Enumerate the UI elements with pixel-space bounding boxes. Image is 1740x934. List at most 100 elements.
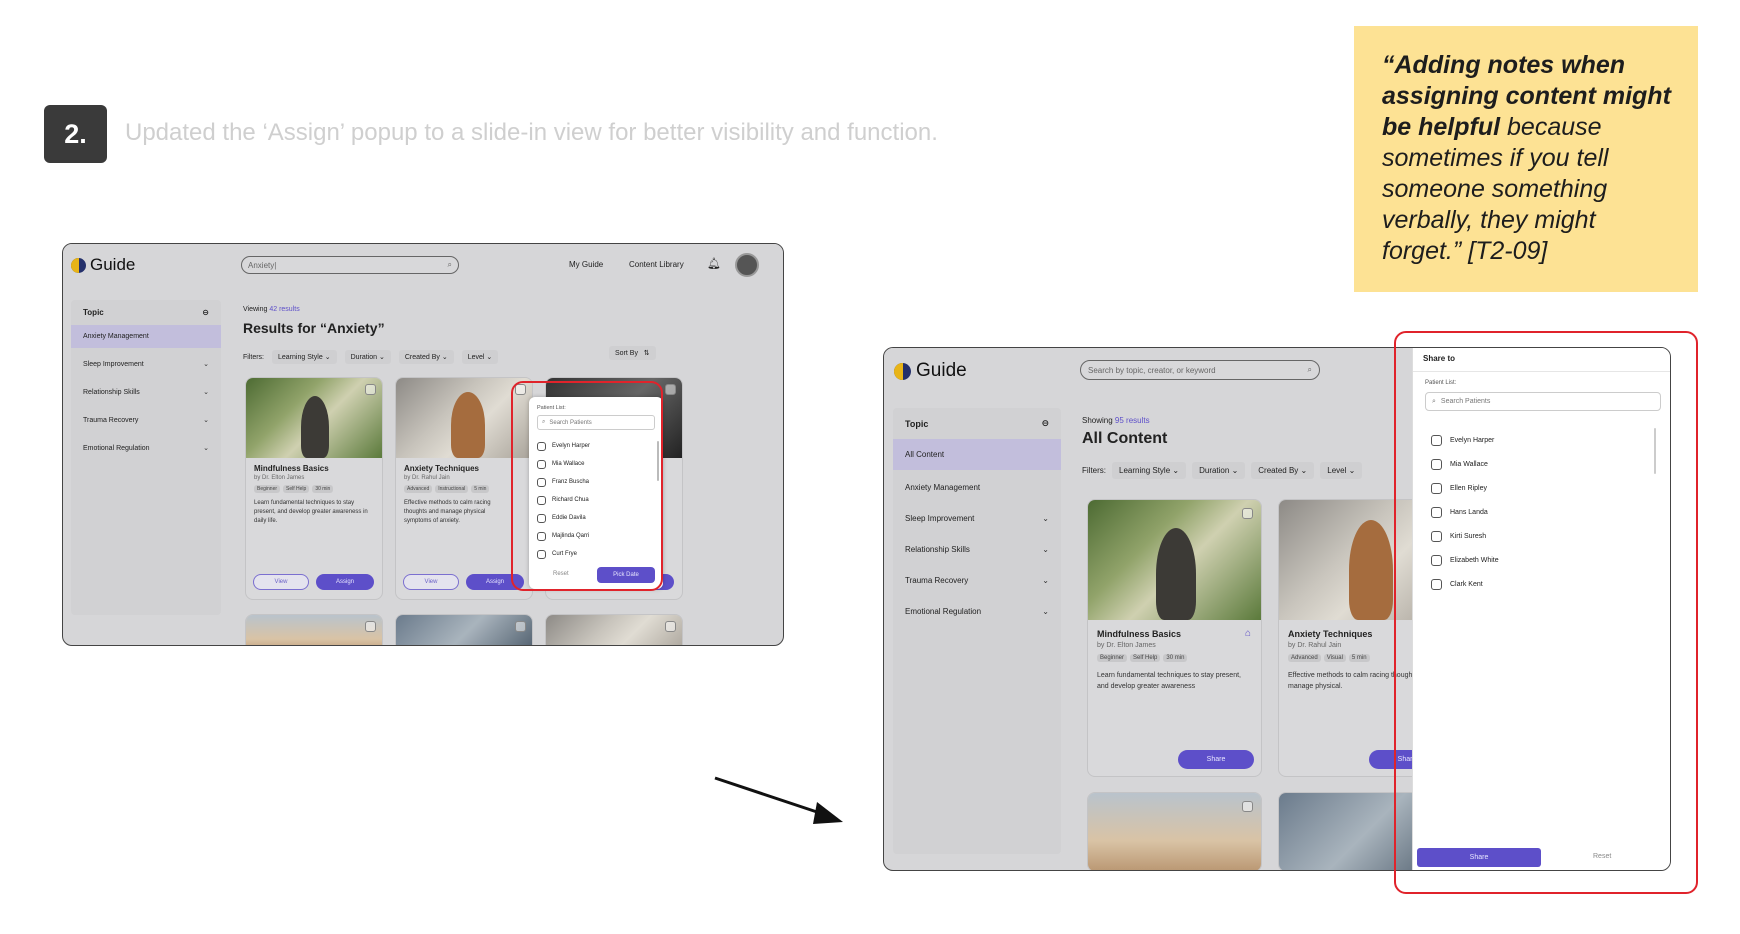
tag: 30 min xyxy=(1163,654,1188,662)
filter-label: Created By xyxy=(404,354,440,361)
collapse-icon[interactable]: ⊖ xyxy=(1041,418,1049,429)
filter-duration[interactable]: Duration ⌄ xyxy=(1192,462,1246,479)
share-button[interactable]: Share xyxy=(1178,750,1254,769)
bookmark-icon[interactable]: ⌂ xyxy=(1245,628,1251,639)
search-placeholder: Search by topic, creator, or keyword xyxy=(1088,365,1216,375)
sidebar-item-label: Trauma Recovery xyxy=(83,416,139,424)
card-description: Learn fundamental techniques to stay pre… xyxy=(254,500,368,524)
select-checkbox[interactable] xyxy=(515,621,526,632)
search-input[interactable]: Anxiety| ⌕ xyxy=(241,256,459,274)
content-card[interactable] xyxy=(1087,792,1262,870)
sidebar-item-emotional[interactable]: Emotional Regulation ⌄ xyxy=(893,596,1061,627)
card-tags: Beginner Self Help 30 min xyxy=(1097,654,1252,662)
collapse-icon[interactable]: ⊖ xyxy=(202,308,209,317)
content-card[interactable] xyxy=(395,614,533,645)
tag: Beginner xyxy=(254,485,281,493)
tag: Instructional xyxy=(435,485,469,493)
card-author: by Dr. Rahul Jain xyxy=(404,475,450,481)
sidebar-item-label: Emotional Regulation xyxy=(83,444,150,452)
sort-by-dropdown[interactable]: Sort By ⇅ xyxy=(609,346,656,360)
filter-level[interactable]: Level ⌄ xyxy=(1320,462,1363,479)
filter-created-by[interactable]: Created By ⌄ xyxy=(398,350,454,364)
sidebar-item-sleep[interactable]: Sleep Improvement ⌄ xyxy=(893,503,1061,534)
filters-label: Filters: xyxy=(243,353,264,361)
sidebar-item-emotional[interactable]: Emotional Regulation ⌄ xyxy=(71,434,221,462)
tag: Self Help xyxy=(1130,654,1161,662)
user-quote: “Adding notes when assigning content mig… xyxy=(1354,26,1698,292)
sidebar: Topic ⊖ Anxiety Management Sleep Improvem… xyxy=(71,300,221,615)
view-button[interactable]: View xyxy=(403,574,459,590)
card-title: Anxiety Techniques xyxy=(404,464,479,473)
filter-level[interactable]: Level ⌄ xyxy=(461,350,499,364)
sidebar-title: Topic ⊖ xyxy=(893,408,1061,439)
select-checkbox[interactable] xyxy=(1242,801,1253,812)
tag: 5 min xyxy=(1348,654,1370,662)
filter-learning-style[interactable]: Learning Style ⌄ xyxy=(272,350,337,364)
select-checkbox[interactable] xyxy=(665,384,676,395)
content-card[interactable] xyxy=(545,614,683,645)
logo[interactable]: Guide xyxy=(71,255,135,275)
sidebar-item-label: Relationship Skills xyxy=(905,545,970,554)
logo[interactable]: Guide xyxy=(894,360,967,382)
sidebar-item-relationship[interactable]: Relationship Skills ⌄ xyxy=(893,534,1061,565)
topic-label: Topic xyxy=(83,308,104,317)
sidebar-item-relationship[interactable]: Relationship Skills ⌄ xyxy=(71,378,221,406)
nav-my-guide[interactable]: My Guide xyxy=(569,260,603,269)
filter-label: Created By xyxy=(1258,466,1299,475)
showing-prefix: Showing xyxy=(1082,416,1113,425)
person-figure xyxy=(451,392,485,458)
avatar[interactable] xyxy=(735,253,759,277)
select-checkbox[interactable] xyxy=(365,621,376,632)
filter-learning-style[interactable]: Learning Style ⌄ xyxy=(1112,462,1187,479)
tag: Advanced xyxy=(404,485,433,493)
person-figure xyxy=(1349,520,1393,620)
filter-label: Duration xyxy=(1199,466,1230,475)
content-card[interactable]: Mindfulness Basics ⌂ by Dr. Elton James … xyxy=(1087,499,1262,777)
tag: 30 min xyxy=(312,485,334,493)
card-image xyxy=(1088,793,1261,870)
card-title: Mindfulness Basics xyxy=(254,464,329,473)
filter-duration[interactable]: Duration ⌄ xyxy=(344,350,391,364)
bell-icon[interactable]: 🔔︎ xyxy=(707,257,721,270)
search-input[interactable]: Search by topic, creator, or keyword ⌕ xyxy=(1080,360,1320,380)
sidebar-item-all-content[interactable]: All Content xyxy=(893,439,1061,470)
nav-content-library[interactable]: Content Library xyxy=(629,260,684,269)
sidebar-item-anxiety-management[interactable]: Anxiety Management xyxy=(71,325,221,348)
chevron-down-icon: ⌄ xyxy=(203,361,209,368)
logo-icon xyxy=(894,362,911,380)
person-figure xyxy=(1156,528,1196,620)
sidebar: Topic ⊖ All Content Anxiety Management Sl… xyxy=(893,408,1061,854)
tag: Advanced xyxy=(1288,654,1321,662)
filter-label: Level xyxy=(1327,466,1347,475)
sidebar-item-trauma[interactable]: Trauma Recovery ⌄ xyxy=(71,406,221,434)
assign-button[interactable]: Assign xyxy=(316,574,374,590)
results-count: Showing 95 results xyxy=(1082,416,1150,425)
sidebar-item-label: Sleep Improvement xyxy=(83,360,144,368)
content-card[interactable]: Mindfulness Basics by Dr. Elton James Be… xyxy=(245,377,383,600)
view-button[interactable]: View xyxy=(253,574,309,590)
select-checkbox[interactable] xyxy=(365,384,376,395)
sidebar-item-anxiety[interactable]: Anxiety Management xyxy=(893,472,1061,503)
before-screen: Guide Anxiety| ⌕ My Guide Content Librar… xyxy=(62,243,784,646)
select-checkbox[interactable] xyxy=(1242,508,1253,519)
select-checkbox[interactable] xyxy=(665,621,676,632)
sidebar-item-label: Anxiety Management xyxy=(905,483,981,492)
card-author: by Dr. Elton James xyxy=(254,475,305,481)
sidebar-item-sleep[interactable]: Sleep Improvement ⌄ xyxy=(71,350,221,378)
filter-created-by[interactable]: Created By ⌄ xyxy=(1251,462,1315,479)
sort-label: Sort By xyxy=(615,350,638,357)
sidebar-title: Topic ⊖ xyxy=(71,300,221,325)
viewing-prefix: Viewing xyxy=(243,306,268,313)
card-image xyxy=(1088,500,1261,620)
header: Guide Anxiety| ⌕ My Guide Content Librar… xyxy=(63,244,783,286)
sidebar-item-trauma[interactable]: Trauma Recovery ⌄ xyxy=(893,565,1061,596)
content-card[interactable] xyxy=(245,614,383,645)
showing-count: 95 results xyxy=(1114,416,1150,425)
chevron-down-icon: ⌄ xyxy=(1042,576,1049,585)
card-image xyxy=(396,615,532,645)
chevron-down-icon: ⌄ xyxy=(1042,514,1049,523)
logo-text: Guide xyxy=(916,360,967,381)
sidebar-item-label: Relationship Skills xyxy=(83,388,140,396)
filters-label: Filters: xyxy=(1082,466,1106,475)
filter-label: Learning Style xyxy=(1119,466,1171,475)
